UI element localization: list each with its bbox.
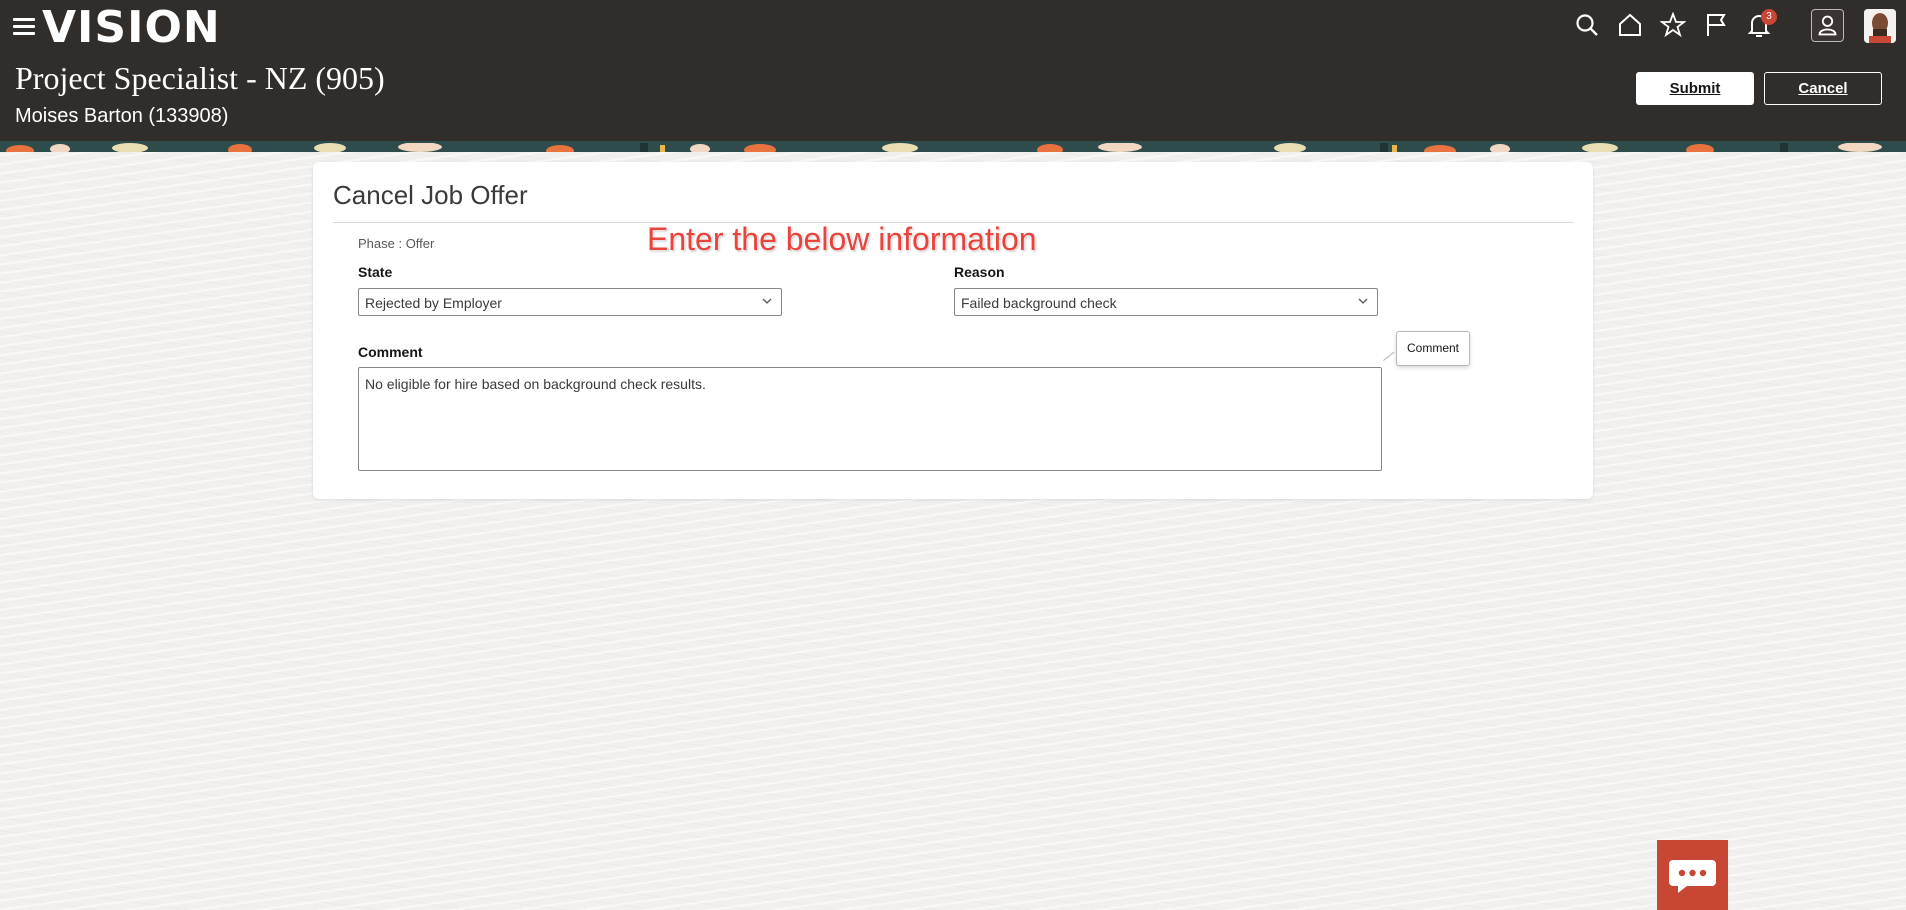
state-value: Rejected by Employer: [365, 295, 502, 311]
avatar[interactable]: [1864, 9, 1896, 43]
person-name: Moises Barton (133908): [15, 105, 229, 127]
menu-icon[interactable]: [13, 18, 35, 36]
bell-icon[interactable]: 3: [1746, 9, 1777, 40]
phase-label: Phase : Offer: [358, 236, 435, 251]
cancel-button[interactable]: Cancel: [1764, 72, 1882, 105]
reason-value: Failed background check: [961, 295, 1117, 311]
card-title: Cancel Job Offer: [333, 180, 528, 210]
comment-tooltip: Comment: [1396, 331, 1470, 366]
chat-icon: [1669, 860, 1716, 893]
submit-button[interactable]: Submit: [1636, 72, 1754, 105]
state-label: State: [358, 264, 393, 280]
user-icon[interactable]: [1811, 9, 1844, 42]
vision-logo[interactable]: VISION: [42, 2, 221, 53]
home-icon[interactable]: [1617, 12, 1645, 40]
reason-select[interactable]: Failed background check: [954, 288, 1378, 316]
chevron-down-icon: [762, 298, 772, 304]
flag-icon[interactable]: [1703, 12, 1731, 40]
chat-button[interactable]: [1657, 840, 1728, 910]
comment-textarea[interactable]: No eligible for hire based on background…: [358, 367, 1382, 471]
notification-badge: 3: [1761, 9, 1777, 25]
page-title: Project Specialist - NZ (905): [15, 60, 385, 96]
reason-label: Reason: [954, 264, 1005, 280]
state-select[interactable]: Rejected by Employer: [358, 288, 782, 316]
star-icon[interactable]: [1659, 11, 1688, 40]
chevron-down-icon: [1358, 298, 1368, 304]
decorative-banner: [0, 141, 1906, 152]
comment-label: Comment: [358, 344, 423, 360]
search-icon[interactable]: [1574, 12, 1602, 40]
instruction-annotation: Enter the below information: [647, 221, 1037, 257]
global-header: VISION 3 Project Specialist - NZ (905) M…: [0, 0, 1906, 141]
